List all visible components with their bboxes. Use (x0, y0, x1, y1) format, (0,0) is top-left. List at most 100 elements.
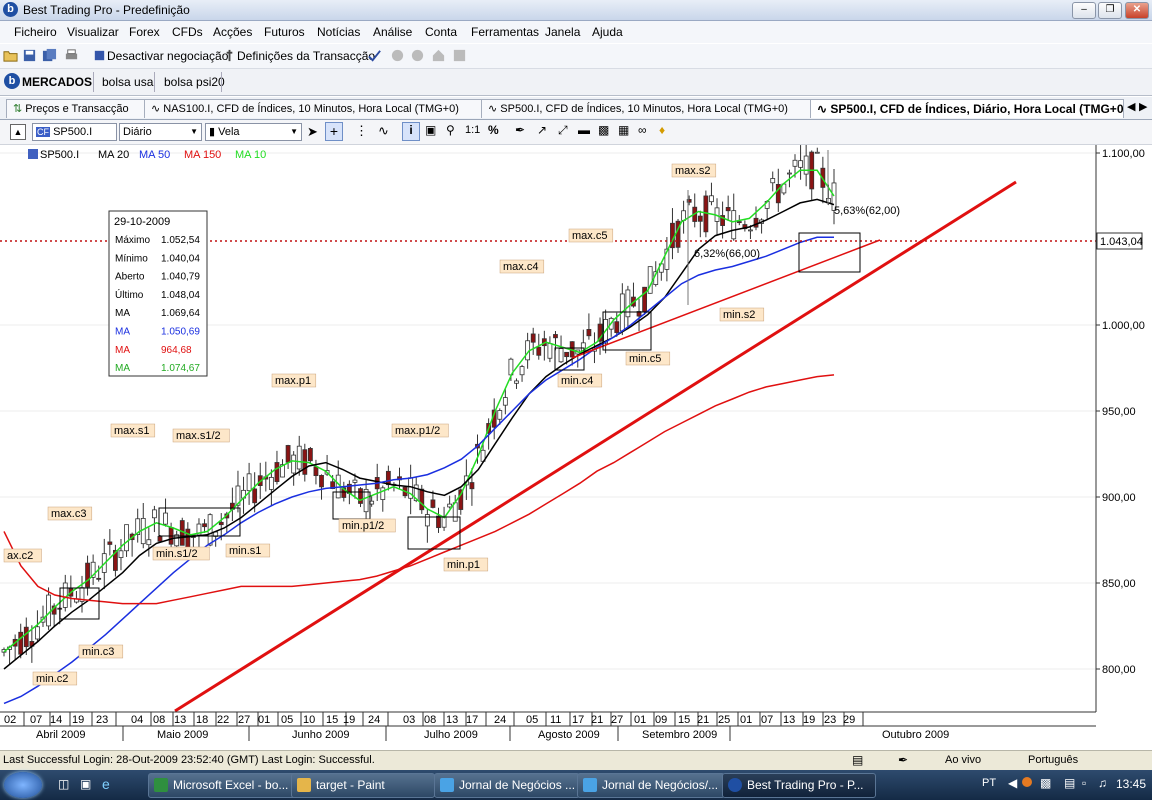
volume-icon[interactable]: ♫ (1098, 776, 1107, 790)
tag-max-s1-2[interactable]: max.s1/2 (176, 430, 221, 442)
home-icon[interactable] (431, 48, 446, 63)
period-select[interactable]: Diário ▼ (119, 123, 202, 141)
layout-icon[interactable]: ▦ (618, 123, 629, 137)
forward-icon[interactable] (410, 48, 425, 63)
print-icon[interactable] (64, 48, 79, 63)
menu-visualizar[interactable]: Visualizar (67, 25, 119, 39)
tag-min-c5[interactable]: min.c5 (629, 353, 661, 365)
tag-min-s1[interactable]: min.s1 (229, 545, 261, 557)
tab-nas100-10min[interactable]: ∿ NAS100.I, CFD de Índices, 10 Minutos, … (144, 99, 488, 118)
save-icon[interactable] (22, 48, 37, 63)
deactivate-trading-icon[interactable] (92, 48, 107, 63)
tag-max-p1[interactable]: max.p1 (275, 375, 311, 387)
menu-ajuda[interactable]: Ajuda (592, 25, 623, 39)
internet-explorer-icon[interactable]: e (102, 776, 110, 792)
back-icon[interactable] (390, 48, 405, 63)
task-paint[interactable]: target - Paint (291, 773, 435, 798)
menu-ficheiro[interactable]: Ficheiro (14, 25, 57, 39)
menu-forex[interactable]: Forex (129, 25, 160, 39)
candle-body (380, 487, 386, 500)
template-icon[interactable]: ▩ (598, 123, 609, 137)
tag-max-c4[interactable]: max.c4 (503, 261, 538, 273)
price-chart[interactable]: 5,63%(62,00) 6,32%(66,00) ax.c2 max.c3 max… (0, 145, 1152, 749)
task-best-trading[interactable]: Best Trading Pro - P... (722, 773, 876, 798)
menu-futuros[interactable]: Futuros (264, 25, 305, 39)
tag-max-c5[interactable]: max.c5 (572, 230, 607, 242)
markets-tab-bolsa-usa[interactable]: bolsa usa (102, 75, 153, 89)
tag-min-p1[interactable]: min.p1 (447, 559, 480, 571)
grid-icon[interactable]: ⋮ (355, 123, 368, 139)
tray-app-icon[interactable] (1022, 777, 1032, 787)
legend-ma20[interactable]: MA 20 (98, 149, 129, 161)
clock[interactable]: 13:45 (1116, 777, 1146, 791)
tag-min-c2[interactable]: min.c2 (36, 673, 68, 685)
task-excel[interactable]: Microsoft Excel - bo... (148, 773, 299, 798)
menu-ferramentas[interactable]: Ferramentas (471, 25, 539, 39)
tab-sp500-diario[interactable]: ∿ SP500.I, CFD de Índices, Diário, Hora … (810, 99, 1124, 118)
tag-min-c3[interactable]: min.c3 (82, 646, 114, 658)
legend-ma50[interactable]: MA 50 (139, 149, 170, 161)
tag-ax-c2[interactable]: ax.c2 (7, 550, 33, 562)
tab-scroll-right-icon[interactable]: ▶ (1139, 100, 1147, 113)
checkmark-icon[interactable] (367, 48, 382, 63)
deactivate-trading-button[interactable]: Desactivar negociação (107, 49, 228, 63)
menu-noticias[interactable]: Notícias (317, 25, 360, 39)
tag-max-s2[interactable]: max.s2 (675, 165, 710, 177)
tag-max-s1[interactable]: max.s1 (114, 425, 149, 437)
open-folder-icon[interactable] (3, 48, 18, 63)
tag-min-c4[interactable]: min.c4 (561, 375, 593, 387)
info-icon[interactable]: i (402, 122, 420, 141)
menu-cfds[interactable]: CFDs (172, 25, 203, 39)
legend-symbol[interactable]: SP500.I (40, 149, 79, 161)
menu-accoes[interactable]: Acções (213, 25, 252, 39)
close-button[interactable]: ✕ (1125, 2, 1149, 19)
draw-line-icon[interactable]: ✒ (515, 123, 525, 137)
tray-monitor-icon[interactable]: ▩ (1040, 776, 1051, 790)
refresh-icon[interactable] (452, 48, 467, 63)
tag-min-p1-2[interactable]: min.p1/2 (342, 520, 384, 532)
menu-conta[interactable]: Conta (425, 25, 457, 39)
task-jornal-1[interactable]: Jornal de Negócios ... (434, 773, 580, 798)
link-icon[interactable]: ∞ (638, 123, 647, 137)
tray-power-icon[interactable]: ▫ (1082, 776, 1086, 790)
alert-bell-icon[interactable]: ♦ (659, 123, 665, 137)
collapse-up-icon[interactable]: ▲ (10, 124, 26, 140)
trendline-icon[interactable]: ↗ (537, 123, 547, 137)
transaction-settings-button[interactable]: Definições da Transacção (237, 49, 375, 63)
tag-min-s1-2[interactable]: min.s1/2 (156, 548, 198, 560)
symbol-field[interactable]: CF SP500.I (32, 123, 117, 141)
tray-expand-icon[interactable]: ◀ (1008, 776, 1017, 790)
percent-icon[interactable]: % (488, 123, 499, 137)
language-indicator[interactable]: PT (982, 777, 996, 789)
maximize-button[interactable]: ❐ (1098, 2, 1122, 19)
crosshair-icon[interactable]: + (325, 122, 343, 141)
tab-scroll-left-icon[interactable]: ◀ (1127, 100, 1135, 113)
start-button[interactable] (4, 772, 42, 798)
ratio-button[interactable]: 1:1 (465, 124, 480, 136)
menu-analise[interactable]: Análise (373, 25, 412, 39)
tab-precos-transaccao[interactable]: ⇅ Preços e Transacção (6, 99, 151, 118)
legend-ma10[interactable]: MA 10 (235, 149, 266, 161)
minimize-button[interactable]: – (1072, 2, 1096, 19)
ruler-icon[interactable]: ▬ (578, 123, 590, 137)
save-all-icon[interactable] (42, 48, 57, 63)
zoom-icon[interactable]: ⚲ (446, 123, 455, 137)
tray-network-icon[interactable]: ▤ (1064, 776, 1075, 790)
tag-max-p1-2[interactable]: max.p1/2 (395, 425, 440, 437)
window-switch-icon[interactable]: ▣ (80, 777, 91, 791)
task-jornal-2[interactable]: Jornal de Negócios/... (577, 773, 725, 798)
legend-ma150[interactable]: MA 150 (184, 149, 221, 161)
markets-tab-bolsa-psi20[interactable]: bolsa psi20 (164, 75, 225, 89)
show-desktop-icon[interactable]: ◫ (58, 777, 69, 791)
indicator-icon[interactable]: ∿ (378, 123, 389, 139)
chart-style-select[interactable]: ▮ Vela ▼ (205, 123, 302, 141)
tab-sp500-10min[interactable]: ∿ SP500.I, CFD de Índices, 10 Minutos, H… (481, 99, 817, 118)
tag-min-s2[interactable]: min.s2 (723, 309, 755, 321)
tag-max-c3[interactable]: max.c3 (51, 508, 86, 520)
transaction-settings-icon[interactable] (222, 48, 237, 63)
markets-title[interactable]: MERCADOS (22, 75, 92, 89)
menu-janela[interactable]: Janela (545, 25, 580, 39)
chart-window-icon[interactable]: ▣ (425, 123, 436, 137)
pointer-icon[interactable]: ➤ (307, 124, 318, 140)
expand-icon[interactable]: ⤢ (558, 123, 568, 138)
